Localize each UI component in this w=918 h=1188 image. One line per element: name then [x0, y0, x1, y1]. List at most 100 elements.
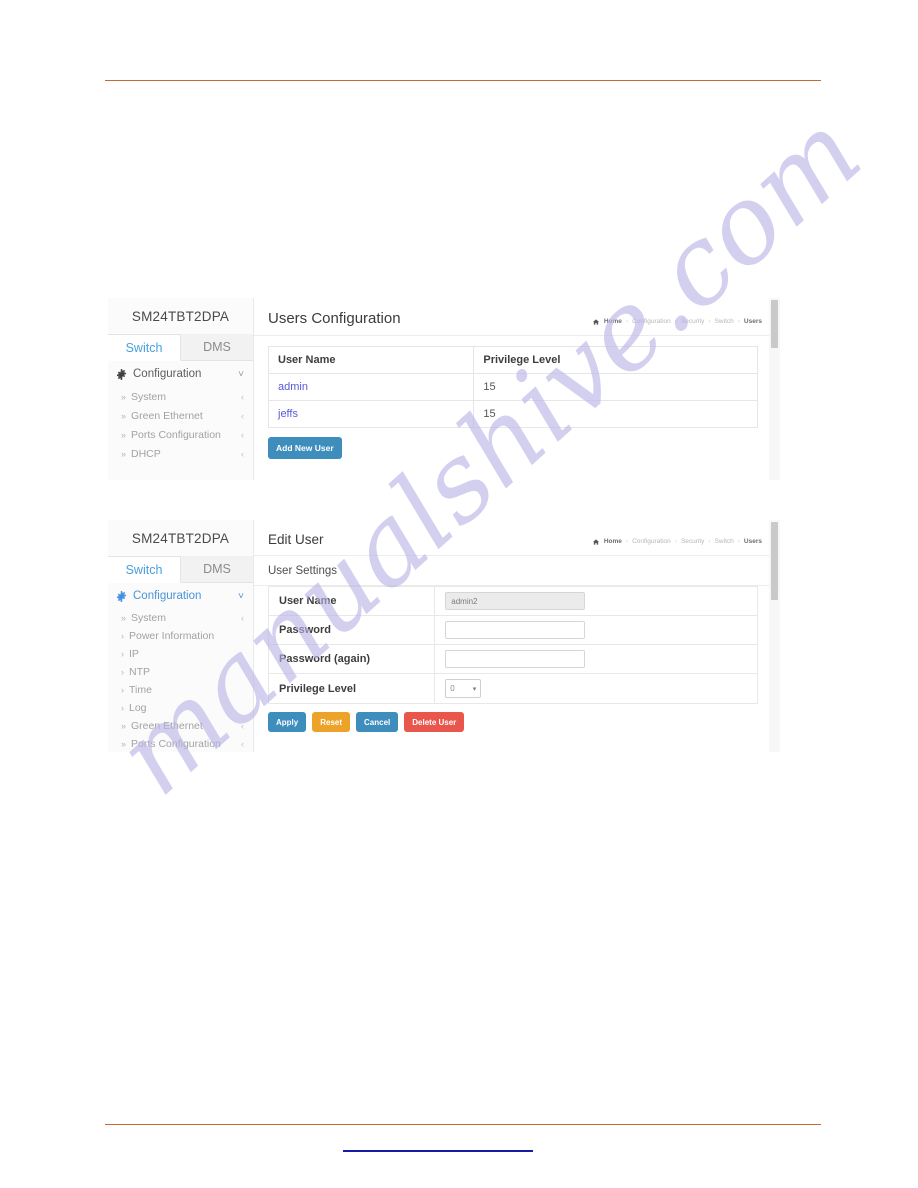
- brand-title: SM24TBT2DPA: [108, 520, 253, 556]
- tab-dms[interactable]: DMS: [181, 556, 253, 582]
- sidebar: SM24TBT2DPA Switch DMS Configuration ˅ »: [108, 520, 254, 752]
- breadcrumb-item-switch[interactable]: Switch: [715, 318, 734, 325]
- sidebar-tabs: Switch DMS: [108, 334, 253, 361]
- add-new-user-button[interactable]: Add New User: [268, 437, 342, 459]
- home-icon: [592, 538, 599, 545]
- chevron-down-icon: ▾: [472, 685, 477, 693]
- breadcrumb-separator: ›: [708, 538, 711, 545]
- page-bottom-rule: [105, 1124, 821, 1125]
- sidebar-item-configuration[interactable]: Configuration ˅: [108, 361, 253, 387]
- page-top-rule: [105, 80, 821, 81]
- chevron-down-icon: ˅: [238, 368, 244, 380]
- password-again-input[interactable]: [445, 650, 586, 668]
- cell-privilege-level: 15: [473, 373, 758, 401]
- sidebar-item-label: Power Information: [129, 630, 215, 642]
- tab-switch[interactable]: Switch: [108, 334, 181, 361]
- sidebar-item-label: Log: [129, 702, 147, 714]
- sidebar-item-label: Configuration: [133, 368, 202, 380]
- tab-dms[interactable]: DMS: [181, 334, 253, 360]
- users-table-wrapper: User Name Privilege Level admin 15 jeffs…: [254, 336, 780, 428]
- sidebar-item-power-information[interactable]: › Power Information: [108, 627, 253, 645]
- sidebar-item-system[interactable]: » System ‹: [108, 609, 253, 627]
- form-row-password: Password: [267, 615, 758, 645]
- field-label-password: Password: [267, 615, 436, 645]
- chevron-right-icon: ›: [121, 649, 124, 659]
- sidebar-item-label: DHCP: [131, 447, 161, 460]
- chevron-left-icon: ‹: [241, 721, 244, 731]
- page-title: Users Configuration: [268, 310, 401, 327]
- sidebar-item-system[interactable]: » System ‹: [108, 387, 253, 406]
- double-chevron-icon: »: [121, 613, 127, 623]
- sidebar-item-label: Time: [129, 684, 152, 696]
- breadcrumb-item-home[interactable]: Home: [604, 538, 622, 545]
- cancel-button[interactable]: Cancel: [356, 712, 399, 732]
- sidebar-item-label: System: [131, 390, 167, 403]
- breadcrumb-item-security[interactable]: Security: [681, 538, 704, 545]
- sidebar-item-label: Ports Configuration: [131, 738, 221, 750]
- sidebar-item-label: Ports Configuration: [131, 428, 221, 441]
- form-action-buttons: Apply Reset Cancel Delete User: [254, 704, 780, 732]
- sidebar-item-dhcp[interactable]: » DHCP ‹: [108, 444, 253, 463]
- sidebar-item-ntp[interactable]: › NTP: [108, 663, 253, 681]
- chevron-right-icon: ›: [121, 667, 124, 677]
- sidebar-item-green-ethernet[interactable]: » Green Ethernet ‹: [108, 717, 253, 735]
- breadcrumb-item-switch[interactable]: Switch: [715, 538, 734, 545]
- field-cell-user-name: [434, 586, 758, 616]
- sidebar-item-log[interactable]: › Log: [108, 699, 253, 717]
- user-link-admin[interactable]: admin: [278, 381, 308, 393]
- sidebar-item-configuration[interactable]: Configuration ˅: [108, 583, 253, 609]
- breadcrumb-item-configuration[interactable]: Configuration: [632, 318, 671, 325]
- sidebar-item-ports-configuration[interactable]: » Ports Configuration ‹: [108, 735, 253, 752]
- cell-user-name: admin: [267, 373, 475, 401]
- breadcrumb-item-home[interactable]: Home: [604, 318, 622, 325]
- chevron-left-icon: ‹: [241, 429, 244, 440]
- tab-switch[interactable]: Switch: [108, 556, 181, 583]
- field-cell-password-again: [434, 644, 758, 674]
- vertical-scrollbar[interactable]: [769, 520, 780, 752]
- sidebar-item-ip[interactable]: › IP: [108, 645, 253, 663]
- sidebar-item-label: Green Ethernet: [131, 409, 203, 422]
- delete-user-button[interactable]: Delete User: [404, 712, 465, 732]
- breadcrumb-separator: ›: [737, 318, 740, 325]
- password-input[interactable]: [445, 621, 586, 639]
- chevron-left-icon: ‹: [241, 391, 244, 402]
- scrollbar-thumb[interactable]: [771, 300, 778, 348]
- field-cell-privilege-level: 0 ▾: [434, 673, 758, 704]
- brand-title: SM24TBT2DPA: [108, 298, 253, 334]
- sidebar-item-ports-configuration[interactable]: » Ports Configuration ‹: [108, 425, 253, 444]
- privilege-level-select[interactable]: 0 ▾: [445, 679, 482, 698]
- vertical-scrollbar[interactable]: [769, 298, 780, 480]
- cell-user-name: jeffs: [267, 400, 475, 428]
- sidebar-item-label: IP: [129, 648, 139, 660]
- gear-icon: [116, 590, 127, 602]
- form-row-user-name: User Name: [267, 586, 758, 616]
- user-name-input[interactable]: [445, 592, 586, 610]
- content-header: Edit User Home › Configuration › Securit…: [254, 520, 780, 556]
- chevron-left-icon: ‹: [241, 739, 244, 749]
- main-content: Users Configuration Home › Configuration…: [254, 298, 780, 480]
- sidebar-nav-list: » System ‹ › Power Information › IP › NT…: [108, 609, 253, 752]
- breadcrumb-separator: ›: [625, 318, 629, 325]
- scrollbar-thumb[interactable]: [771, 522, 778, 600]
- breadcrumb-separator: ›: [737, 538, 740, 545]
- sidebar-item-label: NTP: [129, 666, 150, 678]
- footer-link[interactable]: [343, 1136, 533, 1152]
- breadcrumb-separator: ›: [674, 538, 677, 545]
- sidebar-item-green-ethernet[interactable]: » Green Ethernet ‹: [108, 406, 253, 425]
- main-content: Edit User Home › Configuration › Securit…: [254, 520, 780, 752]
- breadcrumb-item-configuration[interactable]: Configuration: [632, 538, 671, 545]
- sidebar-item-time[interactable]: › Time: [108, 681, 253, 699]
- breadcrumb-item-security[interactable]: Security: [681, 318, 704, 325]
- breadcrumb-item-users: Users: [743, 538, 762, 545]
- user-settings-form: User Name Password Passwor: [254, 586, 780, 704]
- screenshot-edit-user: SM24TBT2DPA Switch DMS Configuration ˅ »: [108, 520, 780, 752]
- chevron-right-icon: ›: [121, 685, 124, 695]
- chevron-right-icon: ›: [121, 631, 124, 641]
- user-link-jeffs[interactable]: jeffs: [278, 408, 298, 420]
- users-table: User Name Privilege Level admin 15 jeffs…: [267, 346, 758, 428]
- table-header-row: User Name Privilege Level: [267, 346, 758, 374]
- breadcrumb-item-users: Users: [743, 318, 762, 325]
- reset-button[interactable]: Reset: [312, 712, 351, 732]
- sidebar-item-label: Configuration: [133, 590, 202, 602]
- apply-button[interactable]: Apply: [268, 712, 307, 732]
